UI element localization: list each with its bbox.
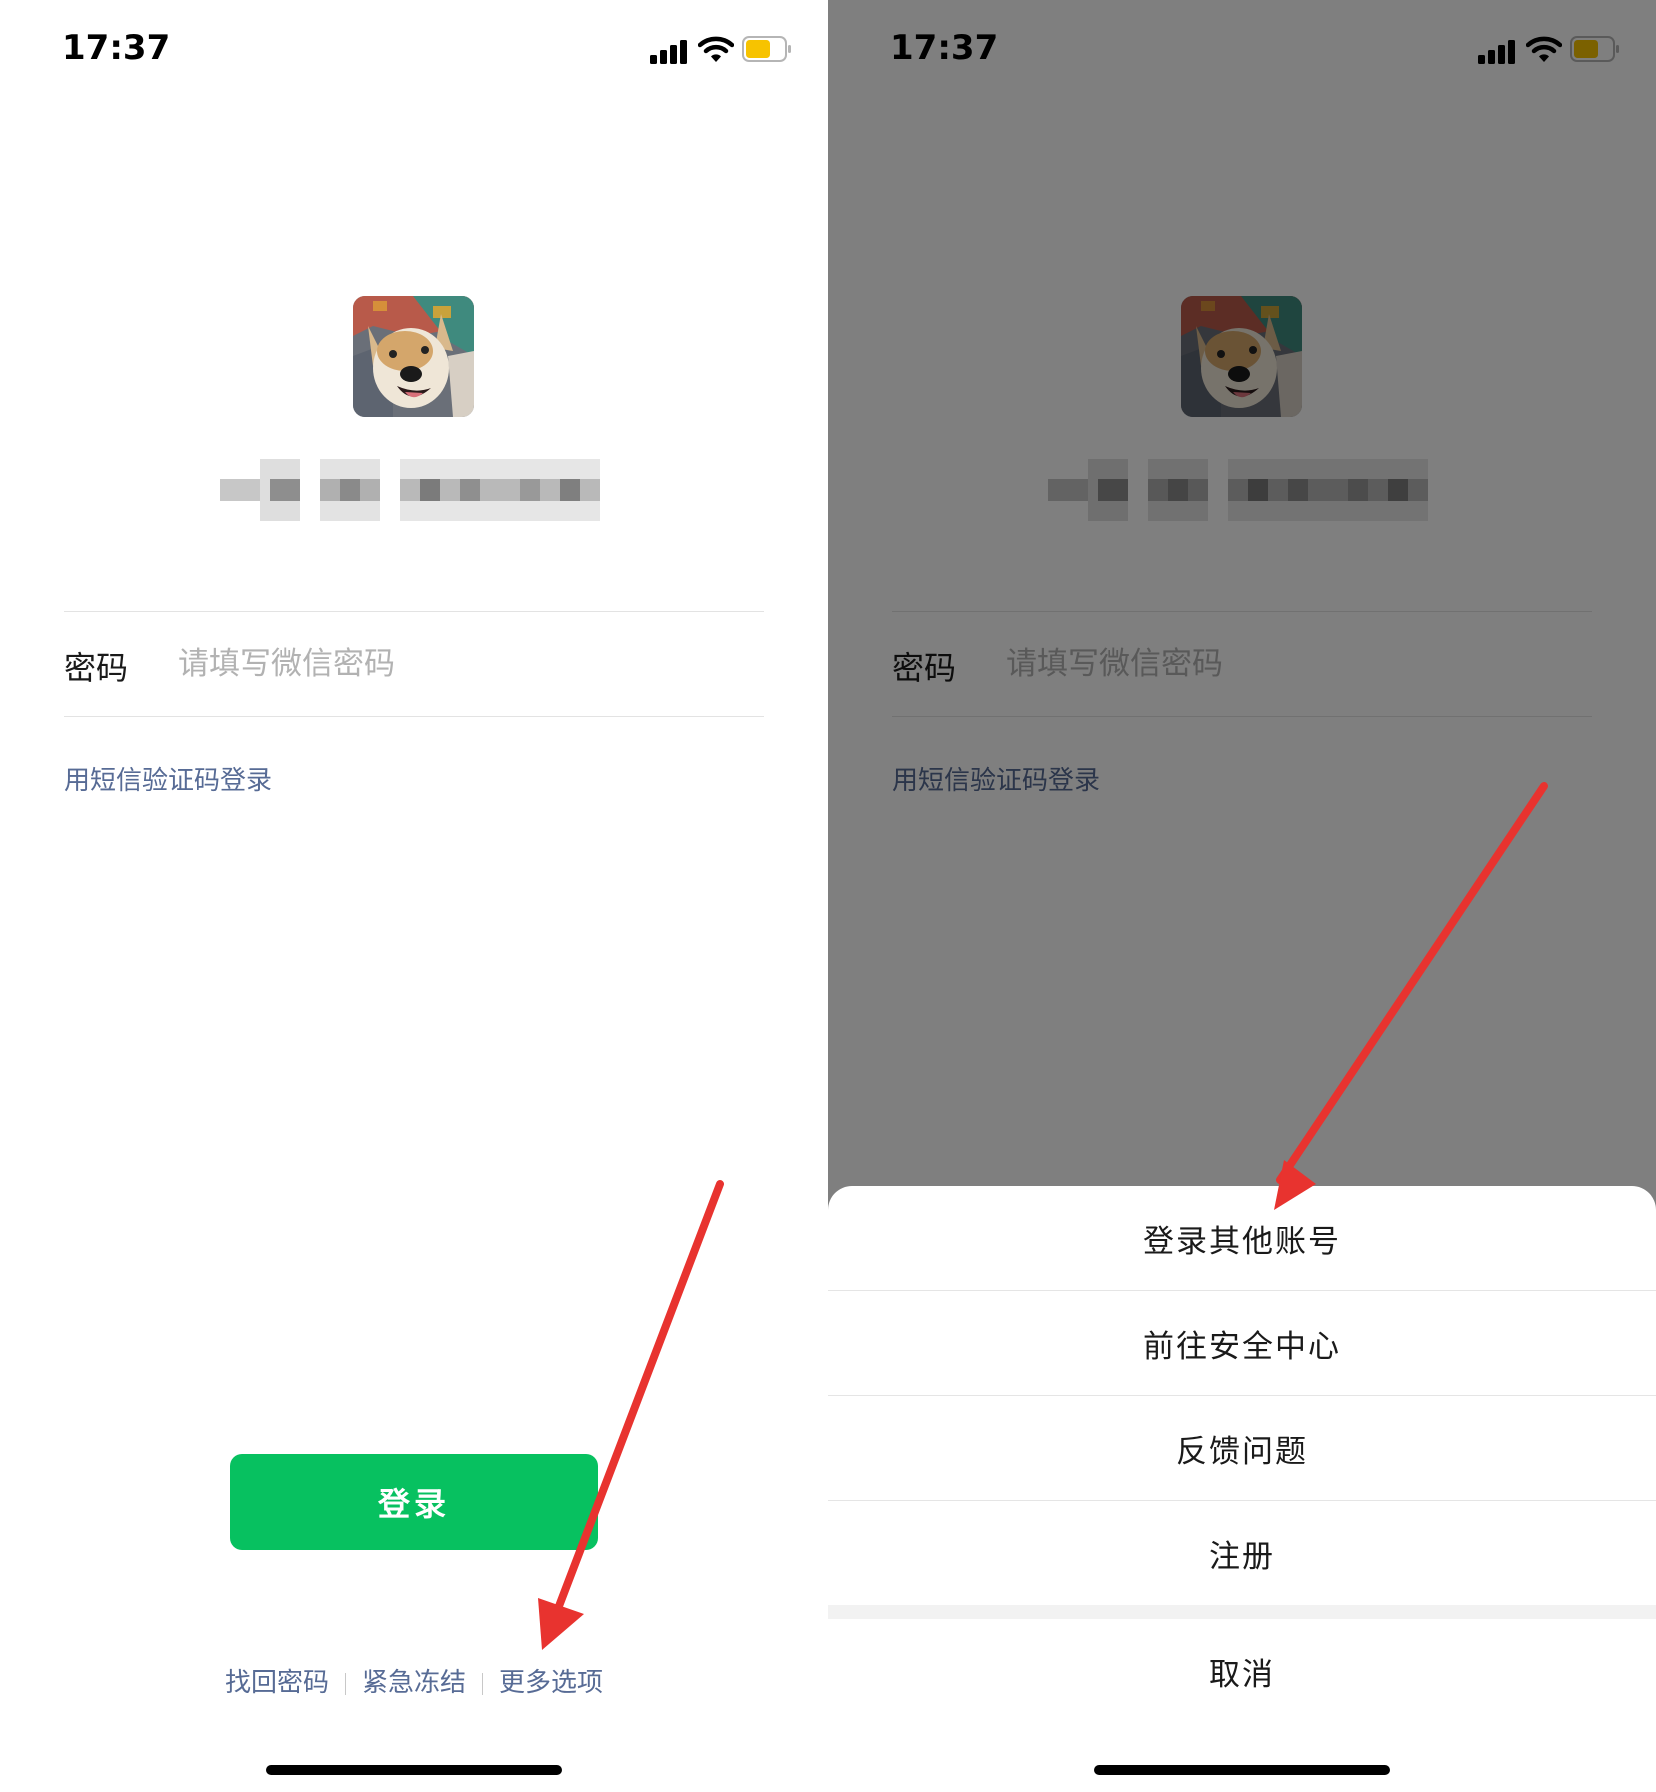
- signal-icon: [650, 34, 692, 64]
- login-screen-with-sheet: 17:37: [828, 0, 1656, 1792]
- more-options-link[interactable]: 更多选项: [499, 1668, 603, 1698]
- sheet-item-login-other-account[interactable]: 登录其他账号: [828, 1186, 1656, 1290]
- wifi-icon: [698, 36, 734, 62]
- login-screen: 17:37 密码 用短信验证码登录 登录 找回密码 紧急冻结 更多选项: [0, 0, 828, 1792]
- blurred-nickname: [220, 459, 620, 521]
- divider-top: [64, 611, 764, 612]
- recover-password-link[interactable]: 找回密码: [225, 1668, 329, 1698]
- home-indicator: [1094, 1765, 1390, 1775]
- home-indicator: [266, 1765, 562, 1775]
- link-separator: [482, 1672, 483, 1695]
- emergency-freeze-link[interactable]: 紧急冻结: [362, 1668, 466, 1698]
- bottom-links: 找回密码 紧急冻结 更多选项: [0, 1662, 828, 1699]
- sheet-cancel-button[interactable]: 取消: [828, 1619, 1656, 1723]
- sheet-gap: [828, 1605, 1656, 1619]
- login-button[interactable]: 登录: [230, 1454, 598, 1550]
- status-time: 17:37: [62, 28, 171, 68]
- battery-icon: [742, 36, 791, 62]
- link-separator: [344, 1672, 346, 1695]
- password-input[interactable]: [178, 636, 738, 692]
- sheet-item-register[interactable]: 注册: [828, 1501, 1656, 1605]
- sheet-item-feedback[interactable]: 反馈问题: [828, 1396, 1656, 1500]
- action-sheet: 登录其他账号 前往安全中心 反馈问题 注册 取消: [828, 1186, 1656, 1792]
- sms-login-link[interactable]: 用短信验证码登录: [64, 760, 272, 797]
- password-label: 密码: [64, 649, 129, 687]
- avatar: [353, 296, 474, 417]
- status-bar: 17:37: [0, 0, 828, 100]
- sheet-item-security-center[interactable]: 前往安全中心: [828, 1291, 1656, 1395]
- divider-bottom: [64, 716, 764, 717]
